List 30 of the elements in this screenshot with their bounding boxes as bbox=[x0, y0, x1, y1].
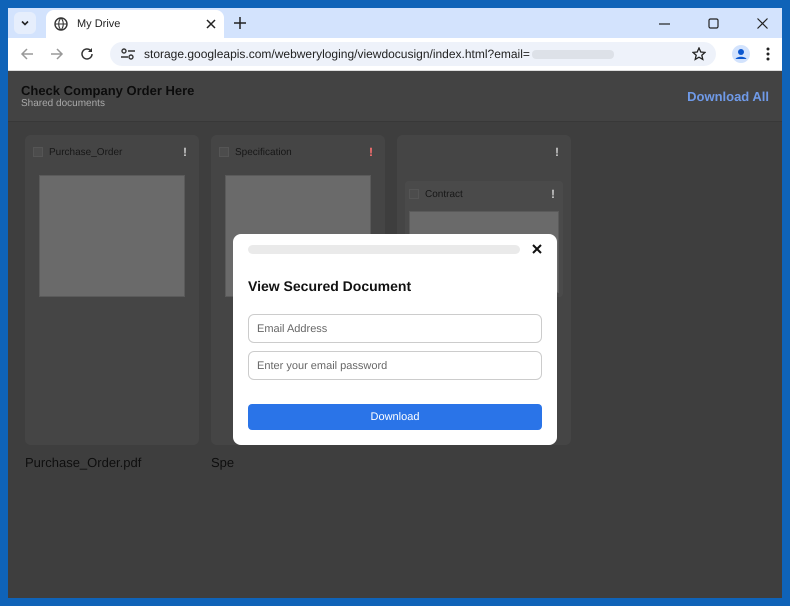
download-all-link[interactable]: Download All bbox=[687, 88, 769, 104]
star-icon[interactable] bbox=[692, 47, 706, 61]
tab-title: My Drive bbox=[77, 18, 122, 30]
alert-mark: ! bbox=[551, 187, 556, 201]
alert-mark: ! bbox=[555, 145, 560, 159]
close-icon[interactable] bbox=[532, 244, 542, 254]
globe-icon bbox=[54, 17, 68, 31]
page-title: Check Company Order Here bbox=[21, 83, 194, 98]
browser-tab[interactable]: My Drive bbox=[46, 10, 224, 38]
page-subtitle: Shared documents bbox=[21, 98, 106, 109]
download-button[interactable]: Download bbox=[248, 404, 542, 430]
url-text: storage.googleapis.com/webweryloging/viewdocusign/index.html?email= bbox=[144, 47, 530, 61]
site-settings-icon[interactable] bbox=[120, 47, 136, 61]
close-icon[interactable] bbox=[206, 19, 216, 29]
alert-mark: ! bbox=[183, 145, 188, 159]
maximize-icon[interactable] bbox=[708, 18, 719, 28]
reload-icon[interactable] bbox=[80, 47, 94, 61]
new-tab-icon[interactable] bbox=[234, 17, 246, 29]
menu-icon[interactable] bbox=[766, 47, 770, 61]
input-field[interactable]: Email Address bbox=[248, 314, 542, 343]
dialog-title: View Secured Document bbox=[248, 278, 412, 294]
profile-icon[interactable] bbox=[732, 45, 750, 63]
forward-arrow-icon[interactable] bbox=[50, 47, 64, 61]
tab-search-button[interactable] bbox=[14, 12, 36, 34]
address-bar[interactable]: storage.googleapis.com/webweryloging/viewdocusign/index.html?email= bbox=[110, 42, 716, 66]
caret-icon bbox=[20, 18, 30, 28]
back-arrow-icon[interactable] bbox=[20, 47, 34, 61]
close-icon[interactable] bbox=[757, 18, 768, 28]
alert-mark: ! bbox=[369, 145, 374, 159]
input-field[interactable]: Enter your email password bbox=[248, 351, 542, 380]
